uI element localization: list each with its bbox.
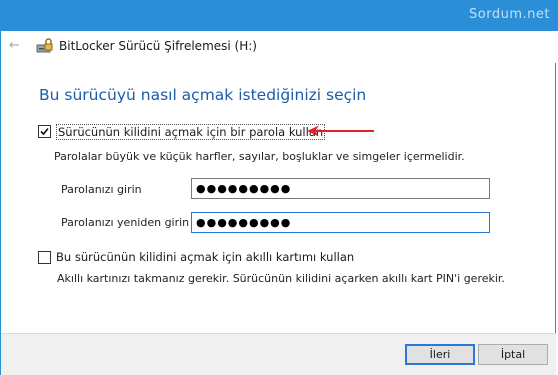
title-bar: Sordum.net <box>0 0 558 31</box>
window-title: BitLocker Sürücü Şifrelemesi (H:) <box>59 39 257 53</box>
annotation-arrow-icon <box>307 125 374 137</box>
reenter-password-label: Parolanızı yeniden girin <box>61 216 190 229</box>
reenter-password-input[interactable]: ●●●●●●●●● <box>191 212 490 233</box>
checkmark-icon <box>40 127 49 136</box>
password-requirements-text: Parolalar büyük ve küçük harfler, sayıla… <box>54 150 465 163</box>
back-arrow-icon[interactable]: ← <box>9 37 23 55</box>
smartcard-option-checkbox[interactable] <box>38 251 51 264</box>
page-title: Bu sürücüyü nasıl açmak istediğinizi seç… <box>39 86 367 104</box>
password-option-label[interactable]: Sürücünün kilidini açmak için bir parola… <box>56 124 326 140</box>
password-option-checkbox[interactable] <box>38 125 51 138</box>
bitlocker-drive-icon <box>36 37 54 55</box>
watermark: Sordum.net <box>469 7 550 22</box>
password-input[interactable]: ●●●●●●●●● <box>191 178 490 199</box>
smartcard-requirements-text: Akıllı kartınızı takmanız gerekir. Sürüc… <box>57 272 505 285</box>
smartcard-option-label[interactable]: Bu sürücünün kilidini açmak için akıllı … <box>56 250 354 264</box>
dialog-frame <box>0 31 556 375</box>
next-button[interactable]: İleri <box>405 344 475 365</box>
enter-password-label: Parolanızı girin <box>61 183 142 196</box>
cancel-button[interactable]: İptal <box>478 344 548 365</box>
